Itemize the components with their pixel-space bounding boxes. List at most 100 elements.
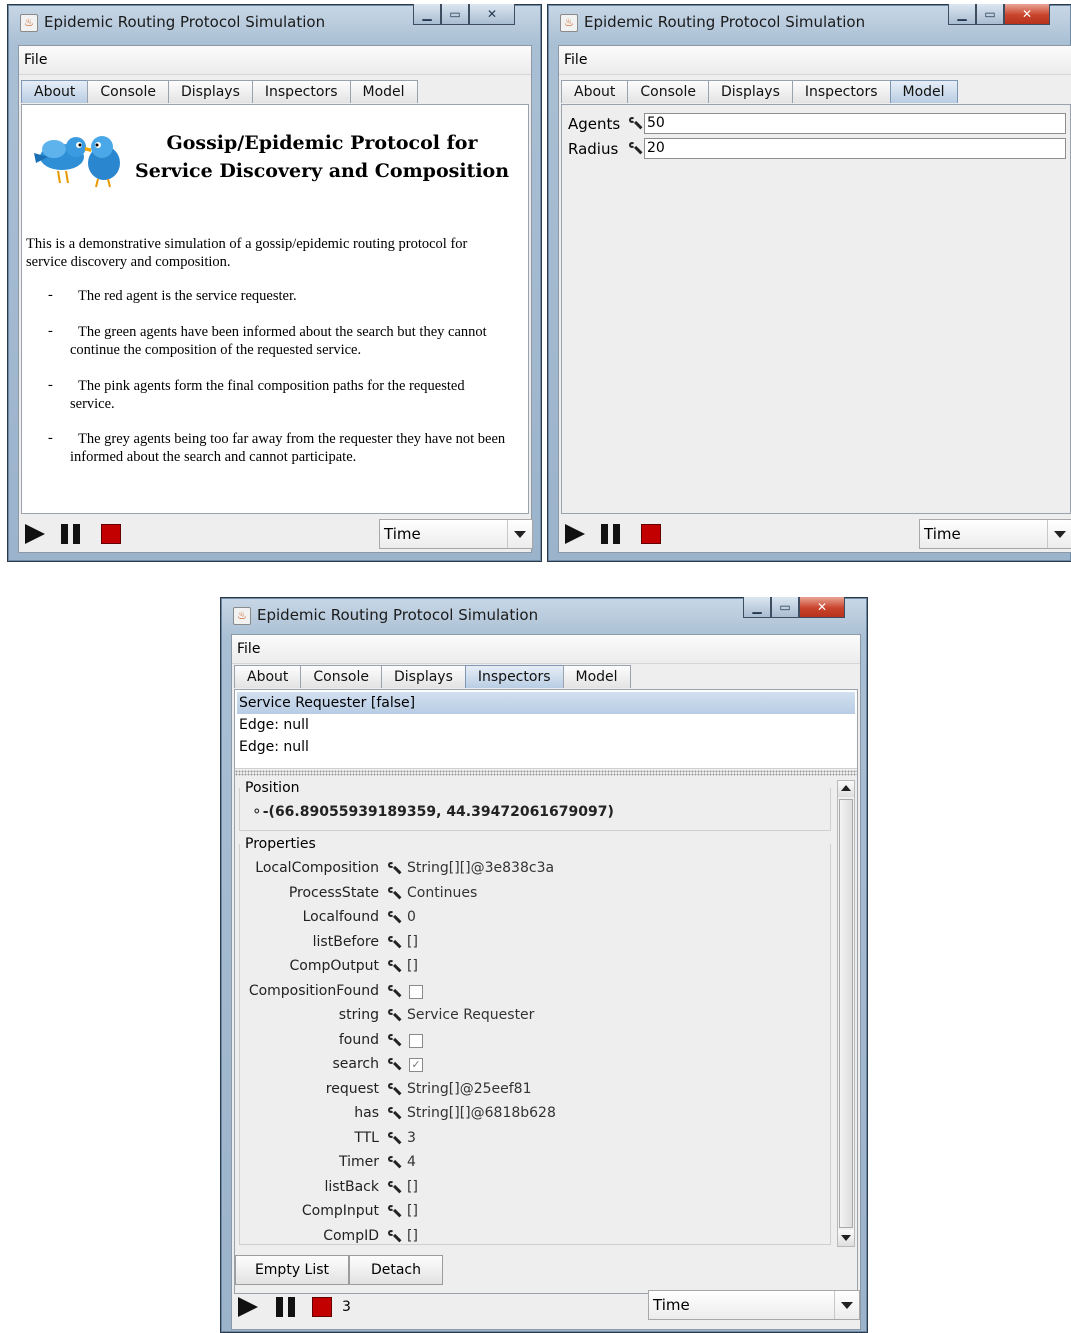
time-combo[interactable]: Time (919, 519, 1071, 549)
tab-model[interactable]: Model (349, 80, 418, 103)
property-checkbox[interactable]: ✓ (409, 1058, 423, 1072)
property-value[interactable]: 4 (407, 1154, 416, 1170)
wrench-icon[interactable] (387, 1131, 401, 1146)
property-label: CompositionFound (248, 982, 379, 999)
wrench-icon[interactable] (387, 1058, 401, 1072)
property-label: has (354, 1105, 379, 1121)
wrench-icon[interactable] (387, 935, 401, 950)
chevron-down-icon[interactable] (834, 1291, 859, 1319)
agents-field[interactable]: 50 (644, 113, 1066, 134)
step-count: 3 (342, 1299, 351, 1315)
pause-icon[interactable] (276, 1297, 296, 1317)
wrench-icon[interactable] (387, 862, 401, 876)
window-title: Epidemic Routing Protocol Simulation (584, 13, 866, 31)
tab-about[interactable]: About (561, 80, 629, 103)
close-button[interactable]: ✕ (469, 4, 515, 25)
time-combo[interactable]: Time (648, 1290, 860, 1320)
tab-inspectors[interactable]: Inspectors (791, 80, 891, 103)
scroll-up-arrow-icon[interactable] (838, 781, 854, 797)
property-value[interactable]: [] (407, 958, 418, 974)
stop-icon[interactable] (101, 524, 121, 544)
property-value[interactable]: [] (407, 1228, 418, 1244)
property-value[interactable]: 3 (407, 1130, 416, 1146)
play-icon[interactable] (565, 524, 585, 544)
stop-icon[interactable] (312, 1297, 332, 1317)
close-button[interactable]: ✕ (799, 597, 845, 618)
property-row: has String[][]@6818b628 (239, 1105, 819, 1127)
wrench-icon[interactable] (387, 960, 401, 974)
wrench-icon[interactable] (387, 984, 401, 999)
menu-file[interactable]: File (564, 52, 587, 68)
pause-icon[interactable] (61, 524, 81, 544)
property-checkbox[interactable] (409, 1033, 423, 1048)
wrench-icon[interactable] (387, 911, 401, 925)
list-item[interactable]: Edge: null (237, 736, 855, 758)
scroll-thumb[interactable] (839, 799, 853, 1228)
property-value[interactable]: [] (407, 1179, 418, 1195)
play-icon[interactable] (238, 1297, 258, 1317)
wrench-icon[interactable] (387, 1205, 401, 1219)
inspector-pane: Position ⚬-(66.89055939189359, 44.394720… (239, 780, 831, 1247)
radius-field[interactable]: 20 (644, 138, 1066, 159)
tab-displays[interactable]: Displays (380, 665, 466, 688)
tab-console[interactable]: Console (87, 80, 169, 103)
property-value[interactable]: [] (407, 1203, 418, 1219)
tab-console[interactable]: Console (627, 80, 709, 103)
wrench-icon[interactable] (387, 1082, 401, 1097)
tab-inspectors[interactable]: Inspectors (251, 80, 351, 103)
tab-displays[interactable]: Displays (167, 80, 253, 103)
tab-about[interactable]: About (21, 80, 89, 103)
tab-console[interactable]: Console (300, 665, 382, 688)
empty-list-button[interactable]: Empty List (235, 1255, 349, 1285)
title-bar[interactable]: ♨ Epidemic Routing Protocol Simulation ▁… (8, 4, 541, 45)
tab-model[interactable]: Model (889, 80, 958, 103)
close-button[interactable]: ✕ (1004, 4, 1050, 25)
property-value[interactable]: String[][]@3e838c3a (407, 860, 554, 876)
maximize-button[interactable]: ▭ (441, 4, 469, 25)
minimize-button[interactable]: ▁ (413, 4, 441, 25)
wrench-icon[interactable] (387, 1156, 401, 1170)
scroll-down-arrow-icon[interactable] (838, 1230, 854, 1246)
wrench-icon[interactable] (387, 1229, 401, 1244)
vertical-scrollbar[interactable] (837, 780, 855, 1247)
wrench-icon[interactable] (387, 1107, 401, 1121)
wrench-icon[interactable] (387, 1009, 401, 1023)
list-item[interactable]: Edge: null (237, 714, 855, 736)
tab-displays[interactable]: Displays (707, 80, 793, 103)
chevron-down-icon[interactable] (1047, 520, 1071, 548)
property-value[interactable]: [] (407, 934, 418, 950)
wrench-icon[interactable] (628, 142, 642, 156)
minimize-button[interactable]: ▁ (743, 597, 771, 618)
wrench-icon[interactable] (387, 1180, 401, 1195)
wrench-icon[interactable] (387, 1033, 401, 1048)
split-pane-divider[interactable] (235, 770, 857, 776)
chevron-down-icon[interactable] (507, 520, 532, 548)
property-label: CompInput (301, 1203, 379, 1219)
tab-inspectors[interactable]: Inspectors (464, 665, 564, 688)
tab-model[interactable]: Model (562, 665, 631, 688)
title-bar[interactable]: ♨ Epidemic Routing Protocol Simulation ▁… (221, 597, 867, 638)
stop-icon[interactable] (641, 524, 661, 544)
detach-button[interactable]: Detach (349, 1255, 443, 1285)
menu-file[interactable]: File (24, 52, 47, 68)
time-combo[interactable]: Time (379, 519, 533, 549)
pause-icon[interactable] (601, 524, 621, 544)
property-checkbox[interactable] (409, 984, 423, 999)
tab-about[interactable]: About (234, 665, 302, 688)
list-item[interactable]: Service Requester [false] (237, 692, 855, 714)
wrench-icon[interactable] (628, 117, 642, 131)
wrench-icon[interactable] (387, 886, 401, 901)
menu-file[interactable]: File (237, 641, 260, 657)
minimize-button[interactable]: ▁ (948, 4, 976, 25)
maximize-button[interactable]: ▭ (771, 597, 799, 618)
property-value[interactable]: 0 (407, 909, 416, 925)
property-value[interactable]: Continues (407, 885, 477, 901)
time-combo-value: Time (924, 525, 961, 543)
property-value[interactable]: String[]@25eef81 (407, 1081, 532, 1097)
window-inspectors: ♨ Epidemic Routing Protocol Simulation ▁… (220, 597, 868, 1333)
play-icon[interactable] (25, 524, 45, 544)
property-value[interactable]: Service Requester (407, 1007, 534, 1023)
property-value[interactable]: String[][]@6818b628 (407, 1105, 556, 1121)
title-bar[interactable]: ♨ Epidemic Routing Protocol Simulation ▁… (548, 4, 1071, 45)
maximize-button[interactable]: ▭ (976, 4, 1004, 25)
